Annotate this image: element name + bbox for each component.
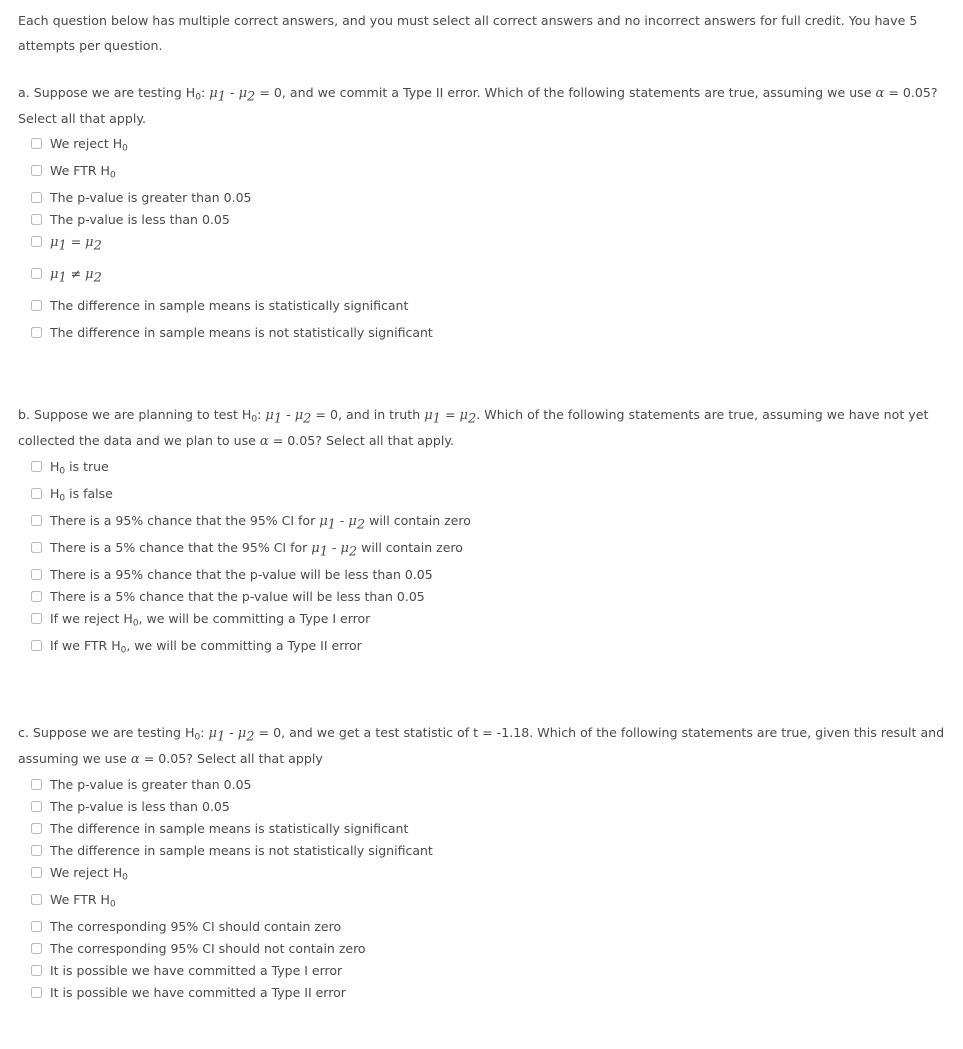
question-block-b: b. Suppose we are planning to test H0: μ… [18, 402, 953, 662]
checkbox-icon[interactable] [31, 823, 42, 834]
checkbox-icon[interactable] [31, 214, 42, 225]
option-row[interactable]: The difference in sample means is not st… [31, 840, 953, 862]
option-label: If we FTR H0, we will be committing a Ty… [50, 638, 362, 656]
option-label: It is possible we have committed a Type … [50, 963, 343, 978]
option-row[interactable]: The difference in sample means is statis… [31, 295, 953, 322]
option-row[interactable]: H0 is true [31, 456, 953, 483]
checkbox-icon[interactable] [31, 965, 42, 976]
option-label: The difference in sample means is not st… [50, 325, 433, 340]
question-list: a. Suppose we are testing H0: μ1 - μ2 = … [18, 80, 953, 1004]
question-prompt-c: c. Suppose we are testing H0: μ1 - μ2 = … [18, 725, 945, 767]
option-row[interactable]: We reject H0 [31, 133, 953, 160]
checkbox-icon[interactable] [31, 613, 42, 624]
option-row[interactable]: If we reject H0, we will be committing a… [31, 608, 953, 635]
option-row[interactable]: H0 is false [31, 483, 953, 510]
checkbox-icon[interactable] [31, 327, 42, 338]
checkbox-icon[interactable] [31, 943, 42, 954]
option-label: The p-value is greater than 0.05 [50, 777, 252, 792]
option-label: The difference in sample means is statis… [50, 821, 409, 836]
option-row[interactable]: There is a 5% chance that the 95% CI for… [31, 537, 953, 564]
option-list-b: H0 is true H0 is false There is a 95% chan… [18, 456, 953, 662]
checkbox-icon[interactable] [31, 300, 42, 311]
checkbox-icon[interactable] [31, 138, 42, 149]
quiz-instructions: Each question below has multiple correct… [18, 13, 918, 53]
option-row[interactable]: μ1 ≠ μ2 [31, 263, 953, 295]
question-block-c: c. Suppose we are testing H0: μ1 - μ2 = … [18, 720, 953, 1004]
checkbox-icon[interactable] [31, 268, 42, 279]
option-row[interactable]: We FTR H0 [31, 889, 953, 916]
checkbox-icon[interactable] [31, 845, 42, 856]
option-row[interactable]: There is a 95% chance that the p-value w… [31, 564, 953, 586]
checkbox-icon[interactable] [31, 921, 42, 932]
checkbox-icon[interactable] [31, 236, 42, 247]
question-prompt-b: b. Suppose we are planning to test H0: μ… [18, 407, 929, 449]
quiz-page: Each question below has multiple correct… [0, 0, 963, 1004]
option-label: The p-value is greater than 0.05 [50, 190, 252, 205]
option-label: There is a 5% chance that the p-value wi… [50, 589, 425, 604]
checkbox-icon[interactable] [31, 165, 42, 176]
checkbox-icon[interactable] [31, 779, 42, 790]
option-label: We FTR H0 [50, 892, 116, 910]
option-row[interactable]: The p-value is greater than 0.05 [31, 774, 953, 796]
option-label: H0 is false [50, 486, 113, 504]
checkbox-icon[interactable] [31, 569, 42, 580]
option-label: We reject H0 [50, 865, 128, 883]
option-row[interactable]: The corresponding 95% CI should not cont… [31, 938, 953, 960]
option-label: We reject H0 [50, 136, 128, 154]
option-row[interactable]: There is a 95% chance that the 95% CI fo… [31, 510, 953, 537]
checkbox-icon[interactable] [31, 192, 42, 203]
option-list-a: We reject H0 We FTR H0 The p-value is grea… [18, 133, 953, 344]
option-row[interactable]: The p-value is less than 0.05 [31, 209, 953, 231]
question-prompt-a: a. Suppose we are testing H0: μ1 - μ2 = … [18, 85, 938, 126]
option-row[interactable]: μ1 = μ2 [31, 231, 953, 263]
checkbox-icon[interactable] [31, 801, 42, 812]
option-row[interactable]: The difference in sample means is statis… [31, 818, 953, 840]
option-label: The p-value is less than 0.05 [50, 799, 230, 814]
checkbox-icon[interactable] [31, 987, 42, 998]
option-list-c: The p-value is greater than 0.05 The p-va… [18, 774, 953, 1004]
option-label: H0 is true [50, 459, 109, 477]
option-label: The difference in sample means is not st… [50, 843, 433, 858]
option-label: It is possible we have committed a Type … [50, 985, 346, 1000]
option-row[interactable]: There is a 5% chance that the p-value wi… [31, 586, 953, 608]
option-row[interactable]: If we FTR H0, we will be committing a Ty… [31, 635, 953, 662]
option-row[interactable]: It is possible we have committed a Type … [31, 960, 953, 982]
option-label: The difference in sample means is statis… [50, 298, 409, 313]
checkbox-icon[interactable] [31, 867, 42, 878]
checkbox-icon[interactable] [31, 461, 42, 472]
checkbox-icon[interactable] [31, 542, 42, 553]
question-block-a: a. Suppose we are testing H0: μ1 - μ2 = … [18, 80, 953, 344]
checkbox-icon[interactable] [31, 488, 42, 499]
option-label: The corresponding 95% CI should not cont… [50, 941, 366, 956]
option-label: There is a 5% chance that the 95% CI for… [50, 540, 463, 560]
option-label: The corresponding 95% CI should contain … [50, 919, 342, 934]
option-label: If we reject H0, we will be committing a… [50, 611, 371, 629]
option-row[interactable]: It is possible we have committed a Type … [31, 982, 953, 1004]
checkbox-icon[interactable] [31, 591, 42, 602]
option-row[interactable]: The corresponding 95% CI should contain … [31, 916, 953, 938]
option-label: We FTR H0 [50, 163, 116, 181]
option-label: μ1 = μ2 [50, 234, 102, 254]
option-row[interactable]: The p-value is less than 0.05 [31, 796, 953, 818]
option-label: There is a 95% chance that the 95% CI fo… [50, 513, 471, 533]
option-row[interactable]: The difference in sample means is not st… [31, 322, 953, 344]
checkbox-icon[interactable] [31, 515, 42, 526]
option-row[interactable]: We FTR H0 [31, 160, 953, 187]
option-row[interactable]: The p-value is greater than 0.05 [31, 187, 953, 209]
option-label: μ1 ≠ μ2 [50, 266, 102, 286]
option-label: The p-value is less than 0.05 [50, 212, 230, 227]
option-label: There is a 95% chance that the p-value w… [50, 567, 433, 582]
checkbox-icon[interactable] [31, 894, 42, 905]
checkbox-icon[interactable] [31, 640, 42, 651]
option-row[interactable]: We reject H0 [31, 862, 953, 889]
